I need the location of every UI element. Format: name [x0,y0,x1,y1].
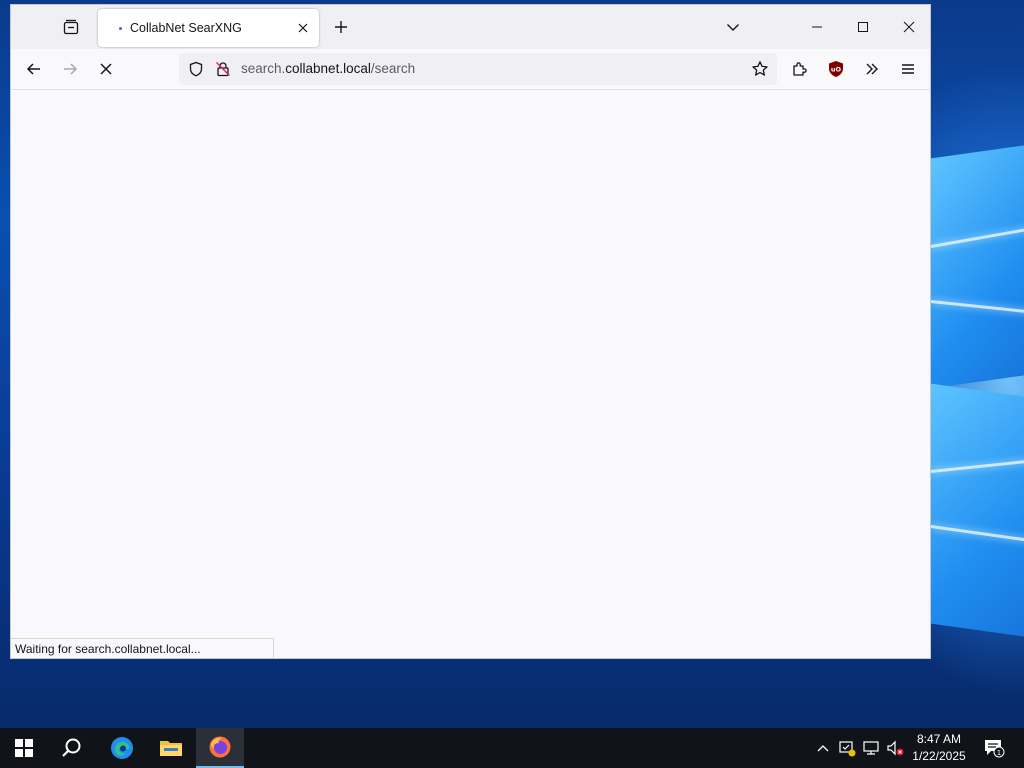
notification-icon: 1 [985,740,1005,758]
search-icon [62,738,81,757]
tab-loading-indicator [119,26,122,30]
app-menu-button[interactable] [892,53,924,85]
tab-close-button[interactable] [291,16,315,40]
notification-count: 1 [997,749,1001,757]
action-center-button[interactable]: 1 [981,738,1007,758]
chevron-double-right-icon [866,63,878,75]
url-subdomain: search. [241,61,286,76]
folder-icon [160,741,182,756]
insecure-lock-icon[interactable] [215,61,231,82]
url-host: collabnet.local [285,61,371,76]
wallpaper-pane-bottom [931,383,1024,641]
ublock-shield-icon: uO [829,61,843,77]
svg-text:uO: uO [831,66,842,74]
url-bar[interactable]: search.collabnet.local/search [179,53,777,85]
clock[interactable]: 8:47 AM 1/22/2025 [906,731,972,765]
clock-date: 1/22/2025 [912,749,966,763]
hamburger-menu-icon [902,64,914,74]
file-explorer-taskbar-button[interactable] [147,728,195,768]
security-warning-icon [839,741,856,757]
more-tools-button[interactable] [856,53,888,85]
minimize-icon [812,26,822,28]
search-button[interactable] [48,728,96,768]
puzzle-piece-icon [793,62,807,76]
browser-window: CollabNet SearXNG search.collabnet.local… [10,4,931,659]
tab-bar: CollabNet SearXNG [11,5,930,49]
firefox-icon [209,736,231,758]
forward-button[interactable] [54,53,86,85]
extensions-button[interactable] [784,53,816,85]
edge-taskbar-button[interactable] [98,728,146,768]
network-icon [863,741,879,755]
close-icon [903,21,915,33]
edge-browser-icon [111,737,133,759]
firefox-taskbar-button[interactable] [196,728,244,768]
status-panel: Waiting for search.collabnet.local... [11,638,274,658]
firefox-view-button[interactable] [57,5,85,49]
tab-title: CollabNet SearXNG [130,21,242,35]
tab-collabnet-searxng[interactable]: CollabNet SearXNG [98,9,319,47]
bookmark-star-button[interactable] [751,60,769,83]
maximize-icon [858,22,868,32]
navigation-toolbar: search.collabnet.local/search uO [11,49,930,90]
back-button[interactable] [18,53,50,85]
volume-muted-icon [887,740,904,756]
taskbar: 8:47 AM 1/22/2025 1 [0,728,1024,768]
arrow-right-icon [64,63,78,75]
stop-icon [100,63,112,75]
page-content: Waiting for search.collabnet.local... [11,90,930,658]
close-icon [298,23,308,33]
windows-logo-icon [15,739,33,757]
ublock-origin-button[interactable]: uO [820,53,852,85]
network-tray-button[interactable] [861,738,881,758]
security-tray-button[interactable] [837,738,857,758]
plus-icon [335,21,347,33]
list-all-tabs-button[interactable] [719,5,747,49]
clock-time: 8:47 AM [916,732,962,746]
new-tab-button[interactable] [327,5,355,49]
url-path: /search [370,61,416,76]
wallpaper-pane-top [931,141,1024,389]
stop-button[interactable] [90,53,122,85]
arrow-left-icon [26,63,40,75]
star-icon [752,61,768,76]
minimize-button[interactable] [794,5,840,49]
url-text: search.collabnet.local/search [241,61,415,76]
chevron-up-icon [817,745,829,752]
chevron-down-icon [727,24,739,31]
maximize-button[interactable] [840,5,886,49]
show-hidden-icons-button[interactable] [813,738,833,758]
firefox-view-icon [63,19,79,35]
volume-tray-button[interactable] [885,738,905,758]
tracking-protection-icon[interactable] [188,61,204,82]
close-window-button[interactable] [886,5,932,49]
start-button[interactable] [0,728,48,768]
